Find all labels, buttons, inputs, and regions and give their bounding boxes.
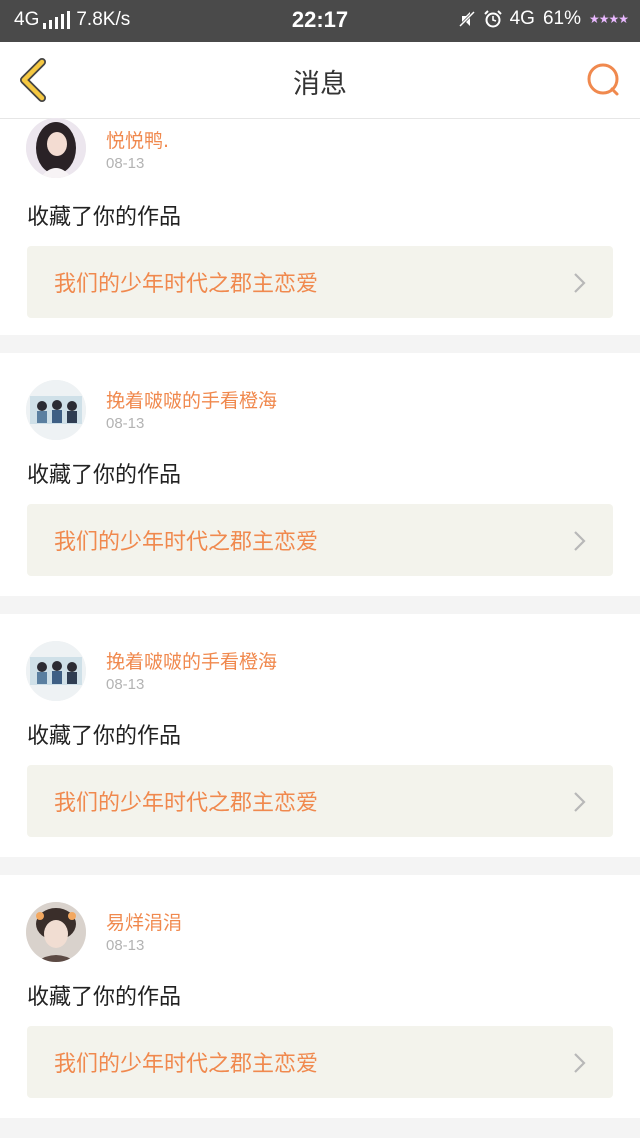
avatar-image — [26, 641, 86, 701]
action-text: 收藏了你的作品 — [27, 985, 182, 1010]
message-date: 08-13 — [106, 937, 145, 954]
work-title: 我们的少年时代之郡主恋爱 — [54, 272, 319, 297]
status-bar: 4G 7.8K/s 22:17 4G 61% ★★★★ — [0, 0, 640, 42]
username[interactable]: 挽着啵啵的手看橙海 — [106, 386, 277, 413]
avatar[interactable] — [26, 380, 86, 440]
message-date: 08-13 — [106, 415, 145, 432]
action-text: 收藏了你的作品 — [27, 463, 182, 488]
message-date: 08-13 — [106, 676, 145, 693]
message-card: 挽着啵啵的手看橙海 08-13 收藏了你的作品 我们的少年时代之郡主恋爱 — [0, 614, 640, 857]
avatar-image — [26, 380, 86, 440]
star-decoration: ★★★★ — [588, 12, 629, 26]
search-icon[interactable] — [584, 62, 624, 98]
work-title: 我们的少年时代之郡主恋爱 — [54, 1052, 319, 1077]
mute-icon — [458, 10, 475, 28]
message-card: 易烊涓涓 08-13 收藏了你的作品 我们的少年时代之郡主恋爱 — [0, 875, 640, 1118]
work-link[interactable]: 我们的少年时代之郡主恋爱 — [27, 765, 613, 837]
chevron-right-icon — [574, 531, 586, 551]
avatar-image — [26, 118, 86, 178]
message-card: 挽着啵啵的手看橙海 08-13 收藏了你的作品 我们的少年时代之郡主恋爱 — [0, 353, 640, 596]
action-text: 收藏了你的作品 — [27, 724, 182, 749]
username[interactable]: 悦悦鸭. — [106, 126, 169, 153]
work-title: 我们的少年时代之郡主恋爱 — [54, 530, 319, 555]
message-list: 悦悦鸭. 08-13 收藏了你的作品 我们的少年时代之郡主恋爱 挽着啵啵的手看橙… — [0, 118, 640, 1136]
work-link[interactable]: 我们的少年时代之郡主恋爱 — [27, 1026, 613, 1098]
chevron-right-icon — [574, 273, 586, 293]
avatar[interactable] — [26, 641, 86, 701]
page-title: 消息 — [293, 69, 347, 100]
network-type-right: 4G — [509, 8, 535, 29]
message-date: 08-13 — [106, 155, 145, 172]
avatar-image — [26, 902, 86, 962]
work-title: 我们的少年时代之郡主恋爱 — [54, 791, 319, 816]
work-link[interactable]: 我们的少年时代之郡主恋爱 — [27, 246, 613, 318]
nav-bar: 消息 — [0, 42, 640, 119]
chevron-right-icon — [574, 792, 586, 812]
chevron-right-icon — [574, 1053, 586, 1073]
alarm-icon — [483, 10, 502, 28]
message-card: 悦悦鸭. 08-13 收藏了你的作品 我们的少年时代之郡主恋爱 — [0, 118, 640, 335]
battery-level: 61% — [542, 8, 581, 29]
work-link[interactable]: 我们的少年时代之郡主恋爱 — [27, 504, 613, 576]
avatar[interactable] — [26, 902, 86, 962]
action-text: 收藏了你的作品 — [27, 205, 182, 230]
username[interactable]: 易烊涓涓 — [106, 908, 182, 935]
avatar[interactable] — [26, 118, 86, 178]
username[interactable]: 挽着啵啵的手看橙海 — [106, 647, 277, 674]
status-right: 4G 61% ★★★★ — [458, 8, 629, 30]
